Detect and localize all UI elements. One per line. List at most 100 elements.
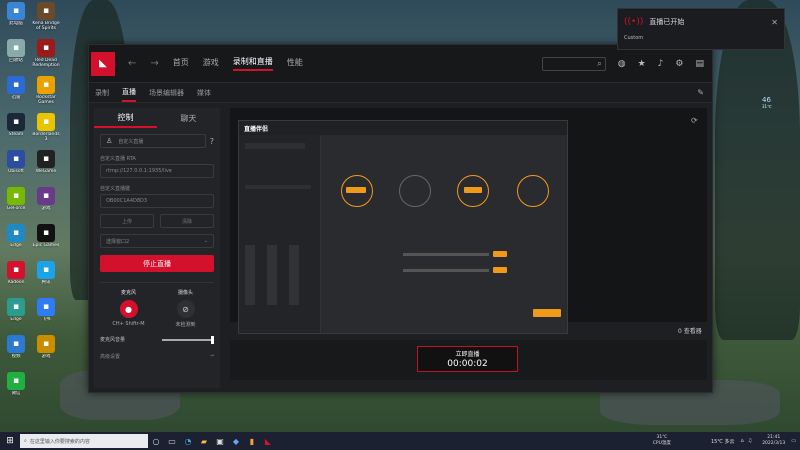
explorer-icon[interactable]: ▰ — [196, 437, 212, 446]
notification-icon[interactable]: ▭ — [791, 438, 796, 444]
live-indicator[interactable]: 立即直播 00:00:02 — [417, 346, 518, 372]
tab-performance[interactable]: 性能 — [287, 57, 303, 70]
computer-icon: ▪ — [7, 2, 25, 20]
volume-icon[interactable]: ♫ — [748, 438, 752, 444]
back-button[interactable]: ← — [128, 58, 136, 69]
app-icon: ▪ — [37, 261, 55, 279]
bell-icon[interactable]: ♪ — [658, 59, 664, 69]
advanced-settings-row[interactable]: 高级设置 → — [100, 353, 214, 360]
toast-title: 直播已开始 — [649, 18, 685, 26]
desktop-icon[interactable]: ▪ Epic Games — [32, 224, 60, 260]
mic-volume-knob[interactable] — [211, 335, 214, 344]
desktop-icon[interactable]: ▪ 视频 — [2, 335, 30, 371]
url-field[interactable]: rtmp://127.0.0.1:1935/live — [100, 164, 214, 178]
subtab-scene-editor[interactable]: 场景编辑器 — [149, 85, 184, 101]
desktop-icon-label: 游戏 — [41, 354, 51, 359]
window-select[interactable]: 选择窗口2 ⌄ — [100, 234, 214, 248]
desktop-icon[interactable]: ▪ Edge — [2, 298, 30, 334]
app-icon[interactable]: ◆ — [228, 437, 244, 446]
stream-started-toast[interactable]: ((•)) 直播已开始 ✕ Custom — [617, 8, 785, 50]
wallpaper-tree — [715, 0, 800, 340]
recycle-bin-icon: ▪ — [7, 39, 25, 57]
subtab-media[interactable]: 媒体 — [197, 85, 211, 101]
tab-games[interactable]: 游戏 — [203, 57, 219, 70]
clock[interactable]: 21:41 2022/3/13 — [762, 435, 785, 447]
microphone-icon[interactable]: ● — [119, 300, 138, 318]
desktop-icon[interactable]: ▪ Rockstar Games — [32, 76, 60, 112]
desktop-icon[interactable]: ▪ 微信 — [2, 372, 30, 408]
desktop-icon-label: Rockstar Games — [36, 95, 56, 105]
layout-icon[interactable]: ▤ — [695, 59, 704, 69]
desktop-icon[interactable]: ▪ Red Dead Redemption — [32, 39, 60, 75]
subtab-record[interactable]: 录制 — [95, 85, 109, 101]
help-icon[interactable]: ? — [210, 137, 214, 146]
desktop-icon[interactable]: ▪ GeForce — [2, 187, 30, 223]
camera-off-icon[interactable]: ⊘ — [176, 300, 195, 318]
desktop-icon[interactable]: ▪ Radeon — [2, 261, 30, 297]
desktop-icon[interactable]: ▪ Kena Bridge of Spirits — [32, 2, 60, 38]
desktop-icon[interactable]: ▪ 游戏 — [32, 335, 60, 371]
tab-control[interactable]: 控制 — [94, 108, 157, 128]
desktop-icon[interactable]: ▪ 飞书 — [32, 298, 60, 334]
mic-device[interactable]: 麦克风 ● CH+ Shiftr-M — [100, 289, 157, 328]
stream-preview: 直播伴侣 立即直播 00:00:02 — [230, 108, 707, 380]
forward-button[interactable]: → — [150, 58, 158, 69]
star-icon[interactable]: ★ — [638, 59, 646, 69]
globe-icon[interactable]: ◍ — [618, 59, 626, 69]
captured-sidebar-line — [245, 143, 305, 149]
game-icon: ▪ — [37, 335, 55, 353]
desktop-icon[interactable]: ▪ Steam — [2, 113, 30, 149]
tools-icon[interactable]: ✎ — [697, 88, 704, 97]
taskbar-search-input[interactable]: ⌕ 在这里输入你要搜索的内容 — [20, 434, 148, 448]
desktop-icon-label: Red Dead Redemption — [32, 58, 60, 68]
amd-logo: ◣ — [91, 51, 115, 76]
perf-widget[interactable]: 46 31℃ — [762, 96, 772, 109]
desktop-icon[interactable]: ▪ Ubisoft — [2, 150, 30, 186]
stream-status-bar: 立即直播 00:00:02 — [230, 340, 707, 380]
refresh-icon[interactable]: ⟳ — [691, 116, 698, 125]
key-field[interactable]: OB00C1A4D8D3 — [100, 194, 214, 208]
store-icon[interactable]: ▣ — [212, 437, 228, 446]
desktop-icon[interactable]: ▪ Borderlands 3 — [32, 113, 60, 149]
stop-stream-button[interactable]: 停止直播 — [100, 255, 214, 272]
desktop-icon-label: Steam — [8, 132, 24, 137]
game-icon: ▪ — [37, 2, 55, 20]
amd-taskbar-icon[interactable]: ◣ — [260, 437, 276, 446]
tab-record-stream[interactable]: 录制和直播 — [232, 56, 273, 71]
camera-device[interactable]: 摄像头 ⊘ 未检测到 — [157, 289, 214, 328]
desktop-icon[interactable]: ▪ 游戏 — [32, 187, 60, 223]
desktop-icon-label: Kena Bridge of Spirits — [32, 21, 60, 31]
tab-chat[interactable]: 聊天 — [157, 108, 220, 128]
cortana-icon[interactable]: ○ — [148, 437, 164, 446]
network-icon[interactable]: ⌂ — [741, 438, 744, 444]
app-icon[interactable]: ▮ — [244, 437, 260, 446]
clear-button[interactable]: 清除 — [160, 214, 214, 228]
upload-button[interactable]: 上传 — [100, 214, 154, 228]
advanced-label: 高级设置 — [100, 354, 121, 360]
captured-main — [321, 135, 567, 333]
desktop-icon[interactable]: ▪ Edge — [2, 224, 30, 260]
windows-start-icon[interactable]: ⊞ — [0, 436, 20, 446]
gear-icon[interactable]: ⚙ — [675, 59, 683, 69]
mic-volume-slider[interactable] — [162, 335, 214, 344]
tab-home[interactable]: 首页 — [173, 57, 189, 70]
edge-icon[interactable]: ◔ — [180, 437, 196, 446]
desktop-icon[interactable]: ▪ 回收站 — [2, 39, 30, 75]
desktop-icon-label: 回收站 — [9, 58, 23, 63]
flow-slider — [403, 269, 489, 272]
weather-widget[interactable]: 31℃ CPU温度 — [653, 435, 671, 447]
broadcast-icon: ((•)) — [624, 17, 644, 27]
system-tray: 31℃ CPU温度 15℃ 多云 ⌂ ♫ 21:41 2022/3/13 ▭ — [647, 435, 800, 447]
desktop-icon[interactable]: ▪ 迅雷 — [2, 76, 30, 112]
desktop-icon[interactable]: ▪ 此电脑 — [2, 2, 30, 38]
desktop-icon[interactable]: ▪ WeGame — [32, 150, 60, 186]
platform-placeholder: 自定义直播 — [118, 138, 144, 145]
search-input[interactable]: ⌕ — [541, 56, 606, 71]
platform-select[interactable]: ♙ 自定义直播 — [100, 134, 206, 148]
taskbar: ⊞ ⌕ 在这里输入你要搜索的内容 ○ ▭ ◔ ▰ ▣ ◆ ▮ ◣ 31℃ CPU… — [0, 432, 800, 450]
task-view-icon[interactable]: ▭ — [164, 437, 180, 446]
desktop-icon[interactable]: ▪ 腾讯 — [32, 261, 60, 297]
close-icon[interactable]: ✕ — [771, 18, 778, 27]
subtab-stream[interactable]: 直播 — [122, 84, 136, 102]
mic-device-name: CH+ Shiftr-M — [112, 321, 145, 327]
